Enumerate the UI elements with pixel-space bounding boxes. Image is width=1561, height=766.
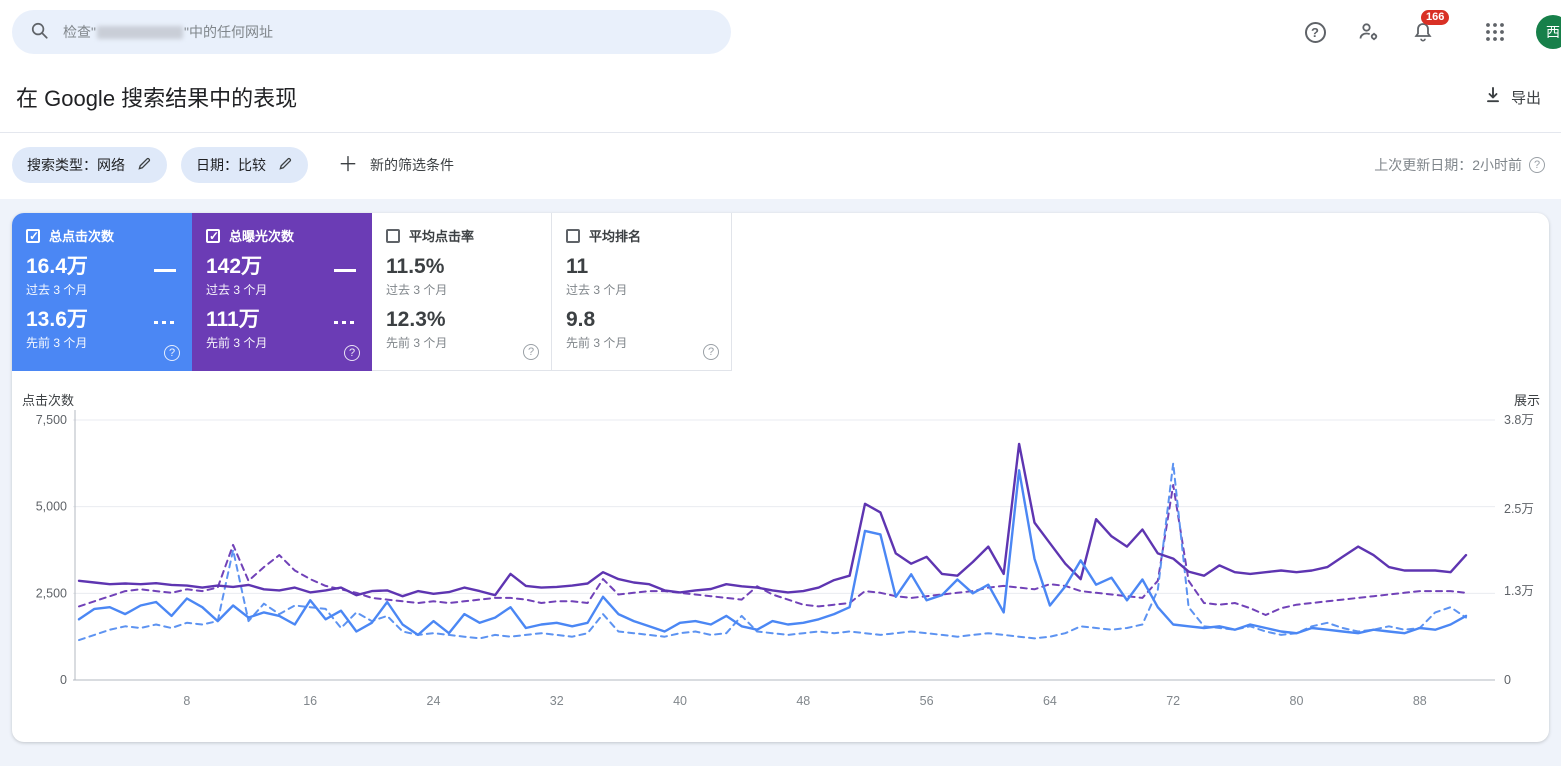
y-left-tick-label: 0 [60,673,67,687]
help-question-icon[interactable]: ? [164,345,180,361]
x-tick-label: 48 [796,694,810,708]
x-tick-label: 64 [1043,694,1057,708]
checkbox-checked-icon[interactable] [206,228,220,243]
metric-card-total-impressions[interactable]: 总曝光次数 142万过去 3 个月 111万先前 3 个月 ? [192,213,372,371]
x-tick-label: 8 [183,694,190,708]
help-icon[interactable]: ? [1302,19,1328,45]
metric-value-current: 142万 [206,255,263,278]
help-question-icon[interactable]: ? [344,345,360,361]
y-right-tick-label: 0 [1504,673,1511,687]
metric-cards-row: 总点击次数 16.4万过去 3 个月 13.6万先前 3 个月 ? 总曝光次数 … [12,213,1549,371]
dashed-line-icon [334,321,356,324]
checkbox-checked-icon[interactable] [26,228,40,243]
redacted-site-name [96,26,183,39]
app-header: 检查" "中的任何网址 ? 166 西 在 Google 搜索结果中的表现 导出… [0,0,1561,199]
left-axis-title: 点击次数 [22,393,74,408]
export-button[interactable]: 导出 [1484,86,1545,108]
solid-line-icon [154,269,176,272]
x-tick-label: 80 [1290,694,1304,708]
x-tick-label: 40 [673,694,687,708]
y-right-tick-label: 2.5万 [1504,502,1534,516]
help-question-icon[interactable]: ? [703,344,719,360]
checkbox-unchecked-icon[interactable] [386,228,400,243]
notification-badge: 166 [1421,10,1450,25]
metric-value-current: 11.5% [386,255,445,278]
top-bar: 检查" "中的任何网址 ? 166 西 [0,0,1561,64]
new-filter-button[interactable]: ＋ 新的筛选条件 [338,155,454,175]
series-impressions-previous [78,484,1467,616]
chart-area: 7,500 5,000 2,500 0 3.8万 2.5万 1.3万 0 8 16 24 32 40 48… [12,371,1549,742]
filter-bar: 搜索类型：网络 日期：比较 ＋ 新的筛选条件 上次更新日期：2小时前 ? [0,133,1561,199]
search-icon [30,21,49,43]
x-tick-label: 72 [1166,694,1180,708]
metric-card-average-ctr[interactable]: 平均点击率 11.5% 过去 3 个月 12.3% 先前 3 个月 ? [372,213,552,371]
filter-chip-search-type[interactable]: 搜索类型：网络 [12,147,167,183]
notifications-bell-icon[interactable]: 166 [1410,10,1450,45]
edit-pencil-icon [278,156,293,174]
metric-value-previous: 12.3% [386,308,446,332]
help-question-icon[interactable]: ? [1529,157,1545,173]
metric-value-previous: 9.8 [566,308,596,332]
search-placeholder: 检查" "中的任何网址 [63,24,273,40]
edit-pencil-icon [137,156,152,174]
page-title: 在 Google 搜索结果中的表现 [16,86,298,111]
y-left-tick-label: 2,500 [36,586,67,600]
metric-card-total-clicks[interactable]: 总点击次数 16.4万过去 3 个月 13.6万先前 3 个月 ? [12,213,192,371]
help-question-icon[interactable]: ? [523,344,539,360]
filter-chip-date[interactable]: 日期：比较 [181,147,308,183]
dashed-line-icon [154,321,176,324]
x-tick-label: 16 [303,694,317,708]
y-right-tick-label: 3.8万 [1504,413,1534,427]
right-axis-title: 展示 [1514,393,1540,408]
metric-value-current: 11 [566,255,589,278]
solid-line-icon [334,269,356,272]
user-settings-icon[interactable] [1356,19,1382,45]
series-clicks-current [77,469,1468,637]
last-updated-label: 上次更新日期：2小时前 ? [1374,155,1545,175]
title-row: 在 Google 搜索结果中的表现 导出 [0,64,1561,133]
apps-grid-icon[interactable] [1482,19,1508,45]
y-left-tick-label: 5,000 [36,500,67,514]
main-content: 总点击次数 16.4万过去 3 个月 13.6万先前 3 个月 ? 总曝光次数 … [0,199,1561,742]
plus-icon: ＋ [338,154,358,176]
download-icon [1484,86,1502,108]
y-right-tick-label: 1.3万 [1504,584,1534,598]
x-tick-label: 88 [1413,694,1427,708]
y-left-tick-label: 7,500 [36,413,67,427]
x-tick-label: 56 [920,694,934,708]
checkbox-unchecked-icon[interactable] [566,228,580,243]
avatar[interactable]: 西 [1536,15,1561,49]
performance-chart: 7,500 5,000 2,500 0 3.8万 2.5万 1.3万 0 8 16 24 32 40 48… [22,393,1540,708]
x-tick-label: 24 [427,694,441,708]
performance-panel: 总点击次数 16.4万过去 3 个月 13.6万先前 3 个月 ? 总曝光次数 … [12,213,1549,742]
series-clicks-previous [78,462,1467,642]
series-impressions-current [77,442,1468,598]
x-tick-label: 32 [550,694,564,708]
metric-card-average-position[interactable]: 平均排名 11 过去 3 个月 9.8 先前 3 个月 ? [552,213,732,371]
top-icon-cluster: ? 166 西 [1302,0,1561,64]
metric-value-current: 16.4万 [26,255,88,278]
url-inspection-search-input[interactable]: 检查" "中的任何网址 [12,10,731,54]
